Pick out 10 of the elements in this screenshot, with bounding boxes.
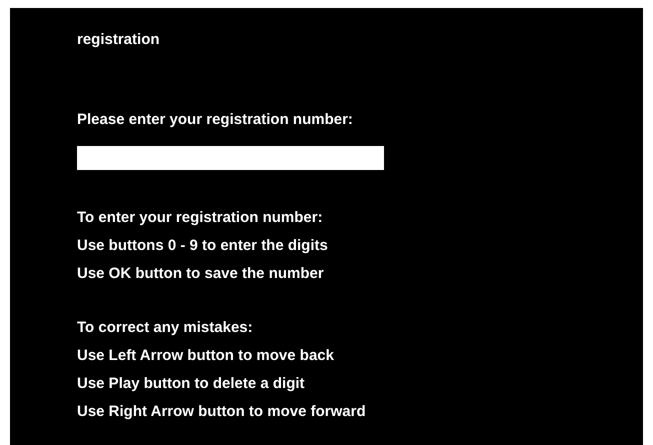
instruction-text: Use Play button to delete a digit (77, 374, 306, 394)
instruction-text: Use buttons 0 - 9 to enter the digits (77, 236, 329, 256)
screen-title: registration (77, 30, 161, 50)
prompt-text: Please enter your registration number: (77, 110, 354, 130)
instruction-text: Use Left Arrow button to move back (77, 346, 335, 366)
instruction-text: Use OK button to save the number (77, 264, 325, 284)
instruction-text: To correct any mistakes: (77, 318, 254, 338)
instruction-text: Use Right Arrow button to move forward (77, 402, 367, 422)
instruction-text: To enter your registration number: (77, 208, 324, 228)
input-field[interactable] (77, 146, 384, 170)
